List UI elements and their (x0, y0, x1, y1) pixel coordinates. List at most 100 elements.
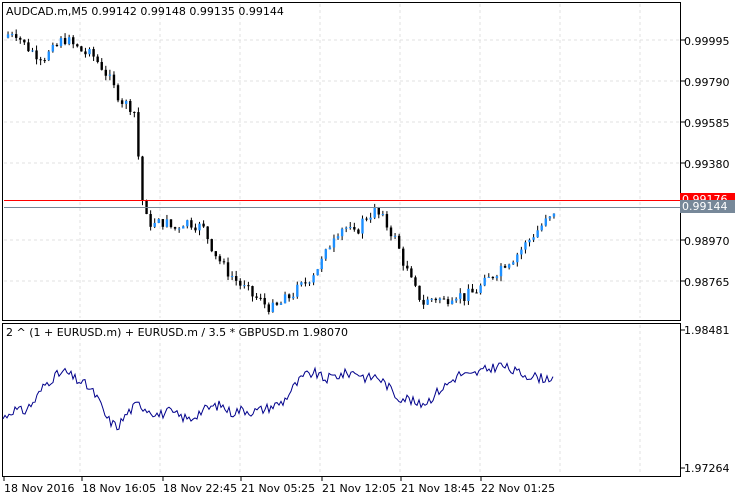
candle-body (308, 282, 311, 284)
y-tick-label: 0.98765 (684, 276, 730, 289)
candle-body (471, 288, 474, 293)
candle-body (548, 216, 552, 219)
candle-body (222, 261, 226, 263)
candle-body (96, 56, 99, 62)
candle-body (14, 34, 18, 38)
candle-body (552, 213, 556, 217)
candle-body (361, 218, 364, 234)
candle-body (389, 227, 393, 237)
candle-body (116, 85, 120, 101)
candle-body (230, 276, 234, 278)
candle-body (108, 74, 112, 76)
candle-body (137, 112, 140, 157)
indicator-header: 2 ^ (1 + EURUSD.m) + EURUSD.m / 3.5 * GB… (6, 326, 349, 339)
chart-canvas[interactable] (0, 0, 750, 500)
candle-body (239, 280, 242, 286)
candle-body (406, 265, 409, 269)
candle-body (524, 242, 527, 250)
time-axis-label: 18 Nov 2016 (4, 482, 75, 495)
candle-body (267, 304, 270, 312)
candle-body (51, 44, 55, 52)
bid-price-tag: 0.99144 (680, 200, 735, 213)
candle-body (157, 219, 160, 223)
candle-body (173, 227, 177, 229)
candle-body (59, 38, 63, 47)
candle-body (507, 264, 511, 268)
candle-body (47, 51, 50, 61)
candle-body (31, 50, 34, 52)
candle-body (271, 302, 275, 312)
candle-body (512, 262, 515, 265)
candle-body (218, 256, 222, 262)
candle-body (112, 74, 116, 86)
candle-body (43, 60, 46, 62)
y-tick-label: 0.99380 (684, 158, 730, 171)
candle-body (495, 276, 499, 279)
candle-body (177, 228, 181, 230)
candle-body (161, 219, 165, 227)
candle-body (328, 247, 332, 250)
candle-body (76, 44, 79, 47)
candle-body (487, 276, 490, 278)
candle-body (259, 297, 262, 299)
candle-body (340, 228, 344, 237)
candle-body (357, 229, 360, 234)
candle-body (198, 223, 201, 231)
candle-body (67, 37, 71, 44)
candle-body (373, 207, 376, 218)
candle-body (206, 226, 209, 240)
candle-body (169, 219, 173, 228)
candle-body (141, 156, 144, 202)
candle-body (88, 49, 91, 55)
candle-body (23, 39, 26, 43)
candle-body (100, 61, 103, 70)
candle-body (353, 227, 356, 230)
candle-body (536, 230, 539, 238)
candle-body (186, 220, 189, 227)
candle-body (72, 37, 75, 45)
candle-body (467, 288, 470, 301)
candle-body (520, 249, 523, 255)
candle-body (255, 296, 258, 298)
candle-body (10, 34, 14, 36)
candle-body (234, 276, 238, 281)
candle-body (124, 100, 128, 104)
time-axis-label: 22 Nov 01:25 (481, 482, 556, 495)
candle-body (446, 299, 450, 305)
candle-body (532, 237, 535, 240)
candle-body (418, 285, 421, 300)
candle-body (450, 300, 454, 305)
candle-body (133, 111, 136, 113)
candle-body (35, 50, 38, 60)
candle-body (165, 219, 169, 227)
candle-body (120, 100, 124, 104)
candle-body (63, 38, 67, 44)
candle-body (226, 262, 230, 277)
candle-body (275, 302, 279, 305)
indicator-line (2, 362, 554, 431)
candle-body (104, 69, 108, 76)
candle-body (434, 298, 438, 301)
candle-body (6, 34, 10, 38)
candle-body (410, 268, 413, 278)
candle-body (483, 277, 486, 286)
candle-body (454, 298, 458, 301)
candle-body (503, 265, 507, 268)
candle-body (442, 298, 446, 300)
candle-body (202, 223, 205, 227)
candle-body (19, 37, 22, 40)
y-tick-label: 0.99790 (684, 76, 730, 89)
candle-body (475, 292, 478, 294)
candle-body (55, 44, 59, 47)
candle-body (479, 285, 482, 293)
time-axis-label: 21 Nov 12:05 (322, 482, 397, 495)
candle-body (194, 227, 197, 231)
candle-body (377, 207, 380, 215)
candle-body (129, 100, 132, 112)
candle-body (365, 218, 368, 220)
candle-body (153, 222, 156, 227)
y-tick-label: 0.98970 (684, 235, 730, 248)
candle-body (292, 296, 295, 299)
candle-body (397, 235, 401, 249)
candle-body (516, 254, 519, 263)
